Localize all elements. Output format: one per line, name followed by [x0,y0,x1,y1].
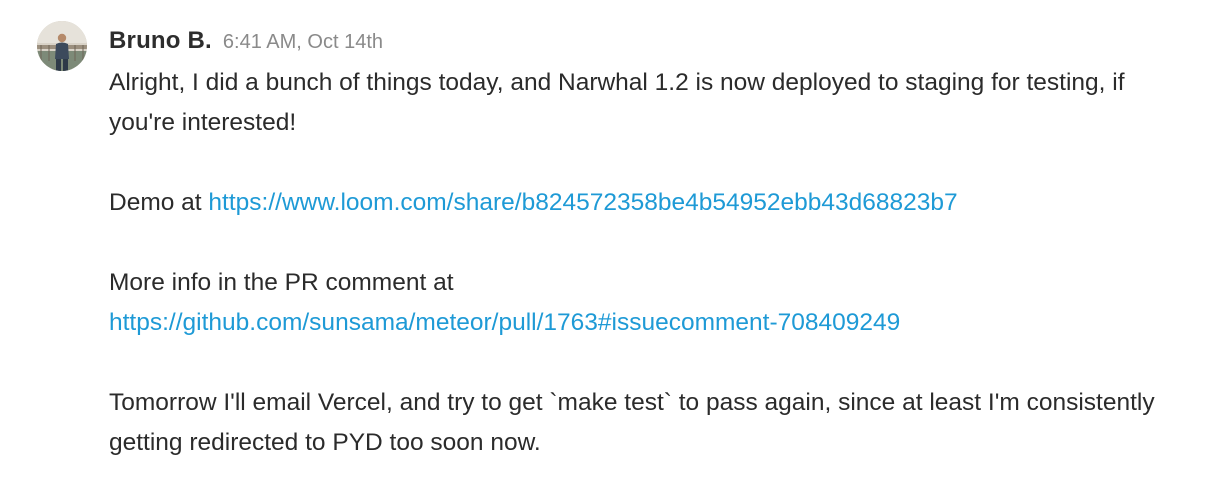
pr-comment-prefix-text: More info in the PR comment at [109,269,454,296]
author-name[interactable]: Bruno B. [109,27,212,55]
message-paragraph-3: More info in the PR comment at https://gi… [109,263,1189,343]
chat-message: Bruno B. 6:41 AM, Oct 14th Alright, I di… [0,0,1214,496]
user-avatar[interactable] [37,21,87,71]
message-paragraph-4: Tomorrow I'll email Vercel, and try to g… [109,389,1155,456]
message-body: Alright, I did a bunch of things today, … [109,63,1189,463]
github-pr-comment-link[interactable]: https://github.com/sunsama/meteor/pull/1… [109,309,900,336]
message-timestamp[interactable]: 6:41 AM, Oct 14th [223,31,383,54]
loom-demo-link[interactable]: https://www.loom.com/share/b824572358be4… [208,189,957,216]
message-header: Bruno B. 6:41 AM, Oct 14th [109,27,383,59]
demo-prefix-text: Demo at [109,189,209,216]
message-paragraph-1: Alright, I did a bunch of things today, … [109,69,1125,136]
message-paragraph-2: Demo at https://www.loom.com/share/b8245… [109,183,1189,223]
avatar-photo-icon [37,21,87,71]
